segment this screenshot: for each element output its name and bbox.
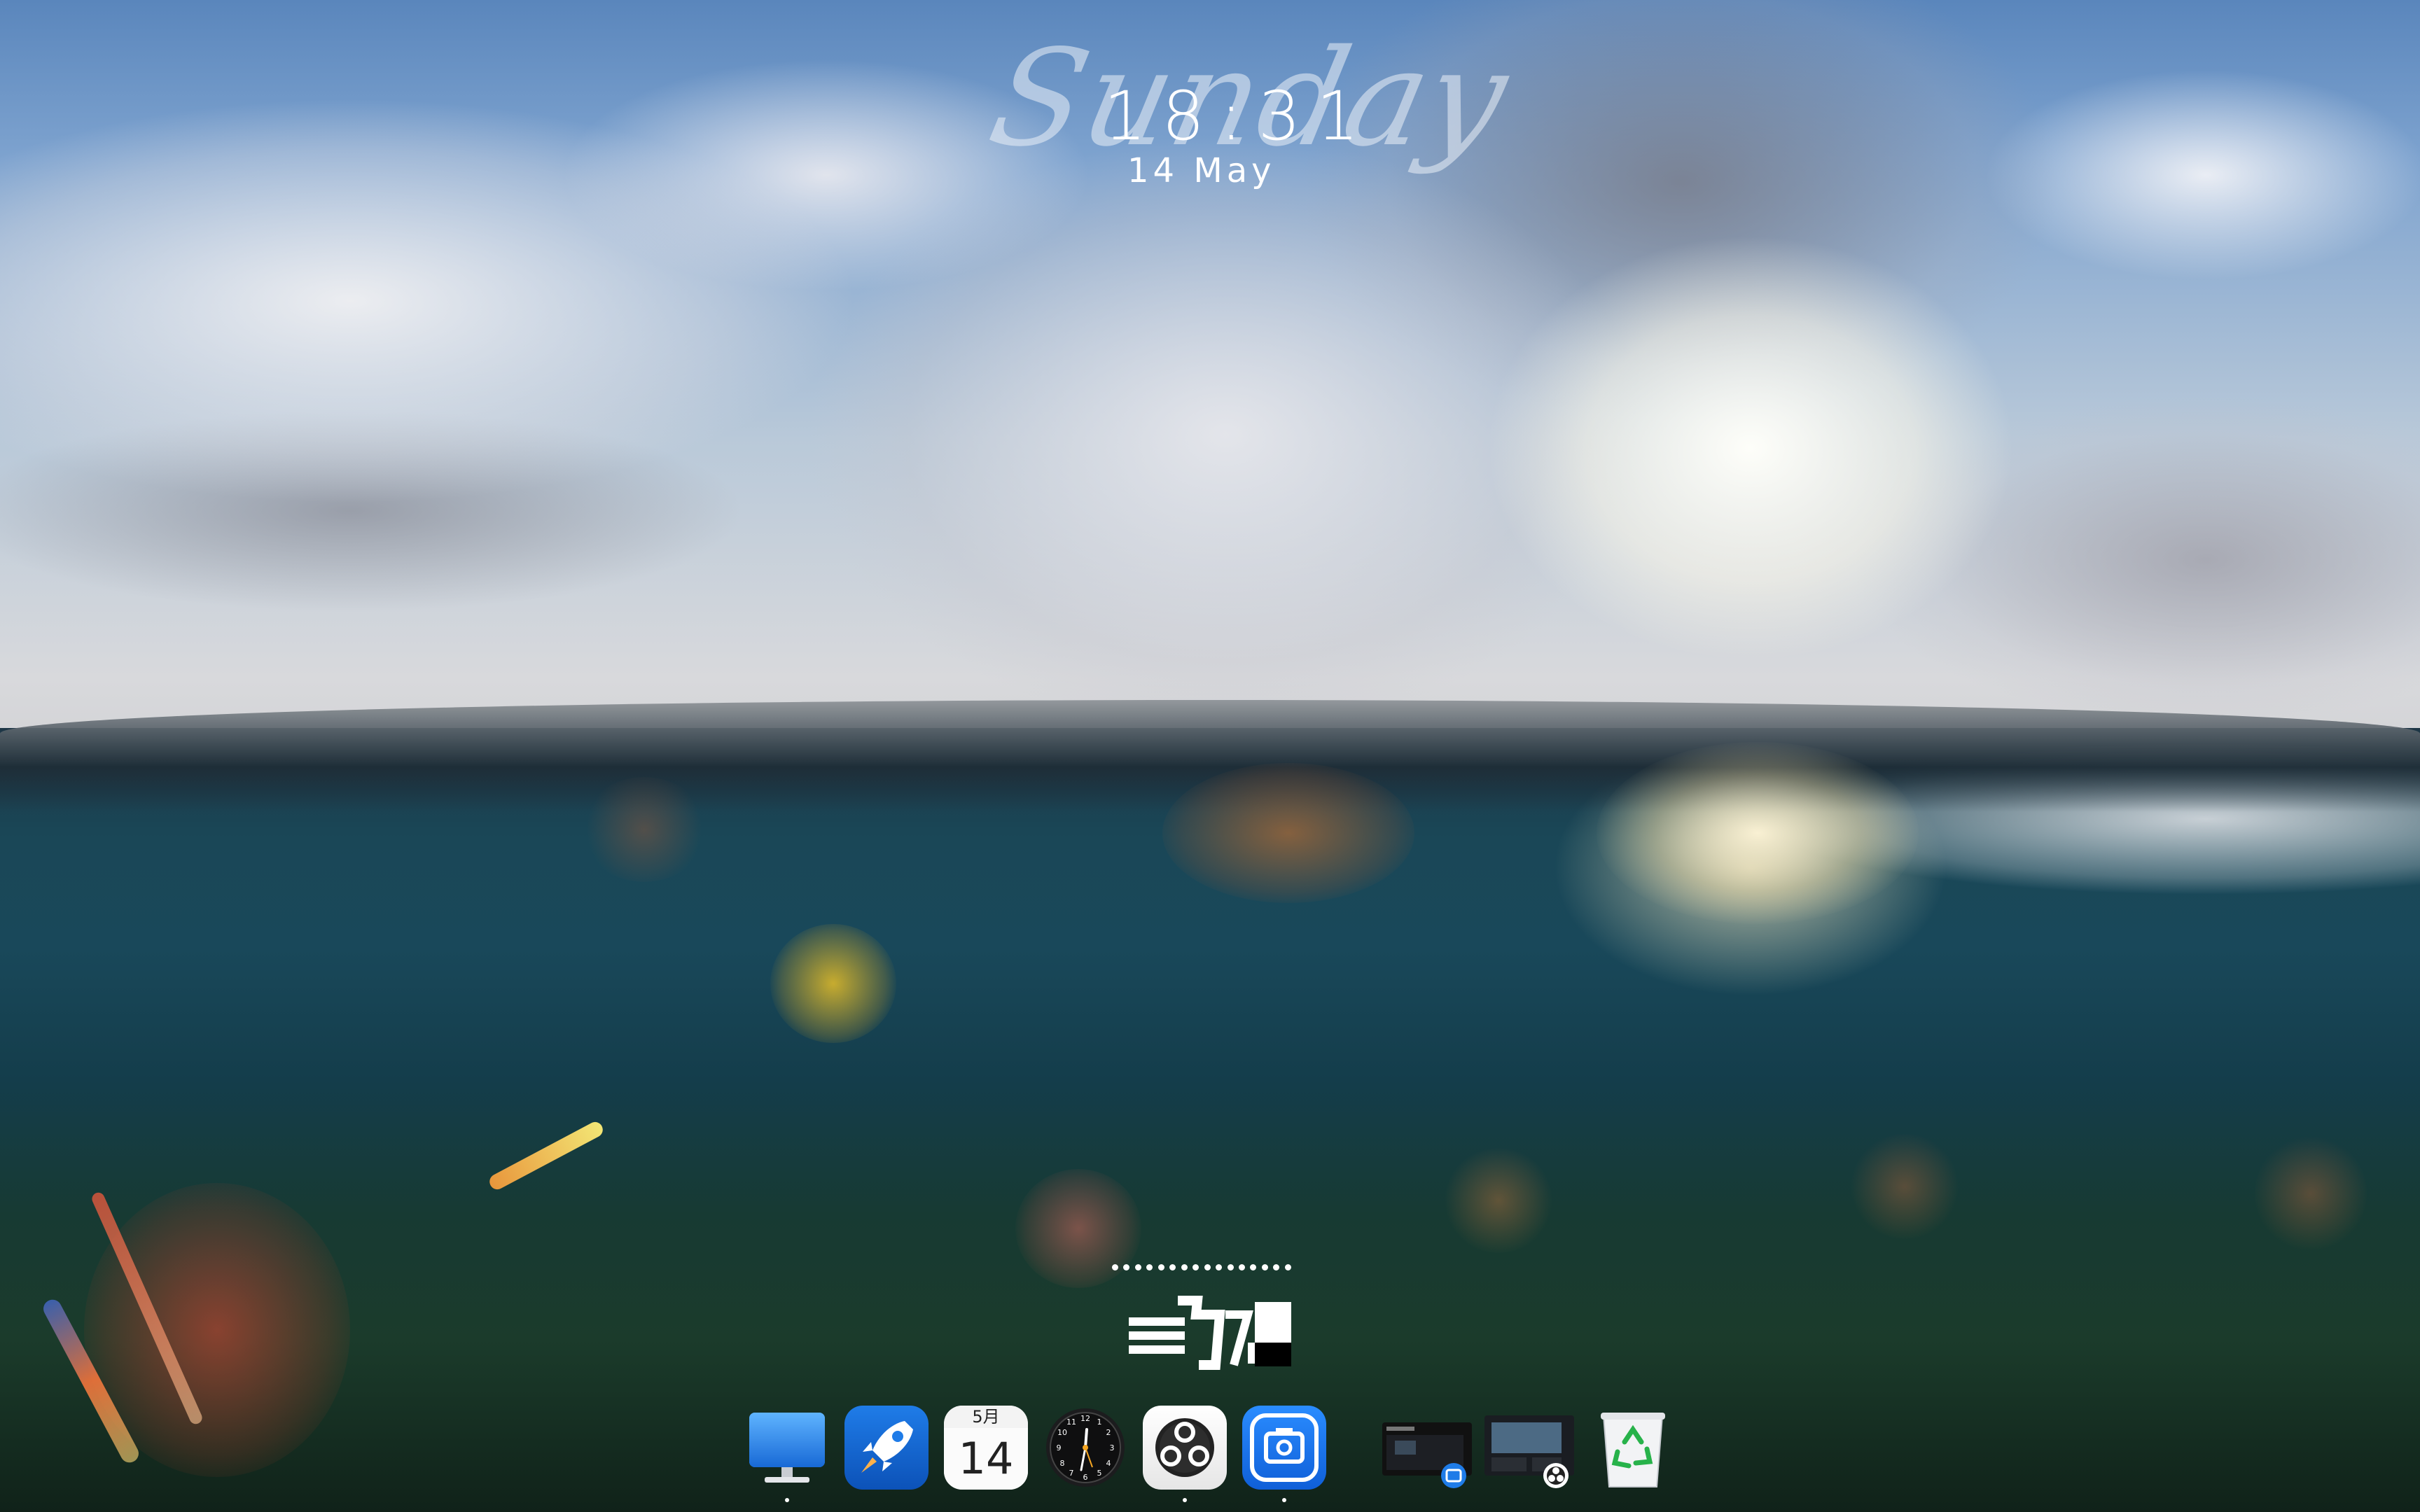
svg-text:5: 5 <box>1097 1469 1102 1478</box>
screenshot-app-icon[interactable] <box>1242 1406 1326 1502</box>
obs-icon[interactable] <box>1143 1406 1227 1502</box>
running-indicator <box>1183 1498 1187 1502</box>
svg-text:8: 8 <box>1060 1459 1065 1468</box>
svg-text:11: 11 <box>1066 1418 1076 1427</box>
svg-text:4: 4 <box>1106 1459 1111 1468</box>
svg-text:1: 1 <box>1097 1418 1102 1427</box>
lens-flare <box>1849 1134 1961 1239</box>
clock-icon[interactable]: 12 1 2 345 678 9 10 11 <box>1043 1406 1127 1490</box>
dock: 5月 14 12 1 2 345 678 9 10 11 <box>735 1400 1688 1505</box>
recent-window-obs[interactable] <box>1483 1406 1581 1490</box>
lens-flare <box>1442 1148 1555 1253</box>
lens-flare <box>1162 763 1414 903</box>
dotted-divider <box>1112 1264 1291 1271</box>
svg-text:3: 3 <box>1110 1443 1115 1452</box>
calendar-day: 14 <box>944 1428 1028 1490</box>
running-indicator <box>785 1498 789 1502</box>
launchpad-icon[interactable] <box>844 1406 929 1490</box>
recent-window-screenshot-app[interactable] <box>1381 1406 1479 1490</box>
svg-text:6: 6 <box>1083 1473 1088 1482</box>
lens-flare <box>770 924 896 1043</box>
lens-flare <box>2255 1134 2367 1253</box>
svg-text:10: 10 <box>1057 1428 1067 1437</box>
svg-text:9: 9 <box>1057 1443 1062 1452</box>
svg-text:12: 12 <box>1080 1414 1090 1423</box>
clock-date: 14 May <box>1127 151 1276 190</box>
clock-time: 18:31 <box>1104 77 1375 155</box>
svg-text:7: 7 <box>1069 1469 1074 1478</box>
calendar-icon[interactable]: 5月 14 <box>944 1406 1028 1490</box>
trash-icon[interactable] <box>1591 1406 1675 1490</box>
calendar-month: 5月 <box>944 1406 1028 1428</box>
lens-flare <box>581 777 707 882</box>
sun-glare <box>1597 742 1919 924</box>
running-indicator <box>1282 1498 1286 1502</box>
logo-mark-icon <box>1129 1294 1291 1371</box>
clock-widget: Sunday 18:31 14 May <box>978 14 1522 224</box>
desktop-wallpaper <box>0 0 2420 1512</box>
finder-icon[interactable] <box>745 1406 829 1502</box>
svg-text:2: 2 <box>1106 1428 1111 1437</box>
